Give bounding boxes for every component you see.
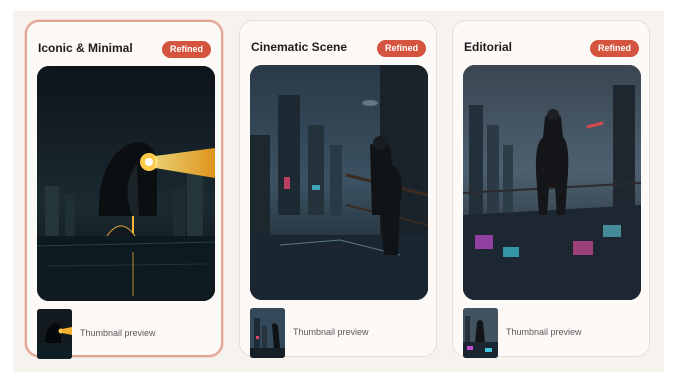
style-card-cinematic-scene[interactable]: Cinematic Scene Refined Thumbnail previe…	[239, 20, 437, 358]
cover-image	[250, 65, 428, 300]
thumbnail-preview-image	[250, 308, 285, 358]
thumbnail-label: Thumbnail preview	[293, 327, 369, 337]
card-title: Cinematic Scene	[251, 40, 348, 54]
style-options-panel: Iconic & Minimal Refined Thumbnail previ…	[13, 11, 664, 372]
refined-badge: Refined	[589, 40, 639, 57]
cover-image	[37, 66, 215, 301]
style-card-iconic-minimal[interactable]: Iconic & Minimal Refined Thumbnail previ…	[25, 20, 223, 359]
thumbnail-label: Thumbnail preview	[506, 327, 582, 337]
cover-image	[463, 65, 641, 300]
style-card-editorial[interactable]: Editorial Refined Thumbnail preview	[452, 20, 650, 358]
refined-badge: Refined	[161, 41, 211, 58]
thumbnail-label: Thumbnail preview	[80, 328, 156, 338]
card-title: Editorial	[464, 40, 513, 54]
thumbnail-preview-image	[463, 308, 498, 358]
thumbnail-preview-image	[37, 309, 72, 359]
card-title: Iconic & Minimal	[38, 41, 133, 55]
refined-badge: Refined	[376, 40, 426, 57]
